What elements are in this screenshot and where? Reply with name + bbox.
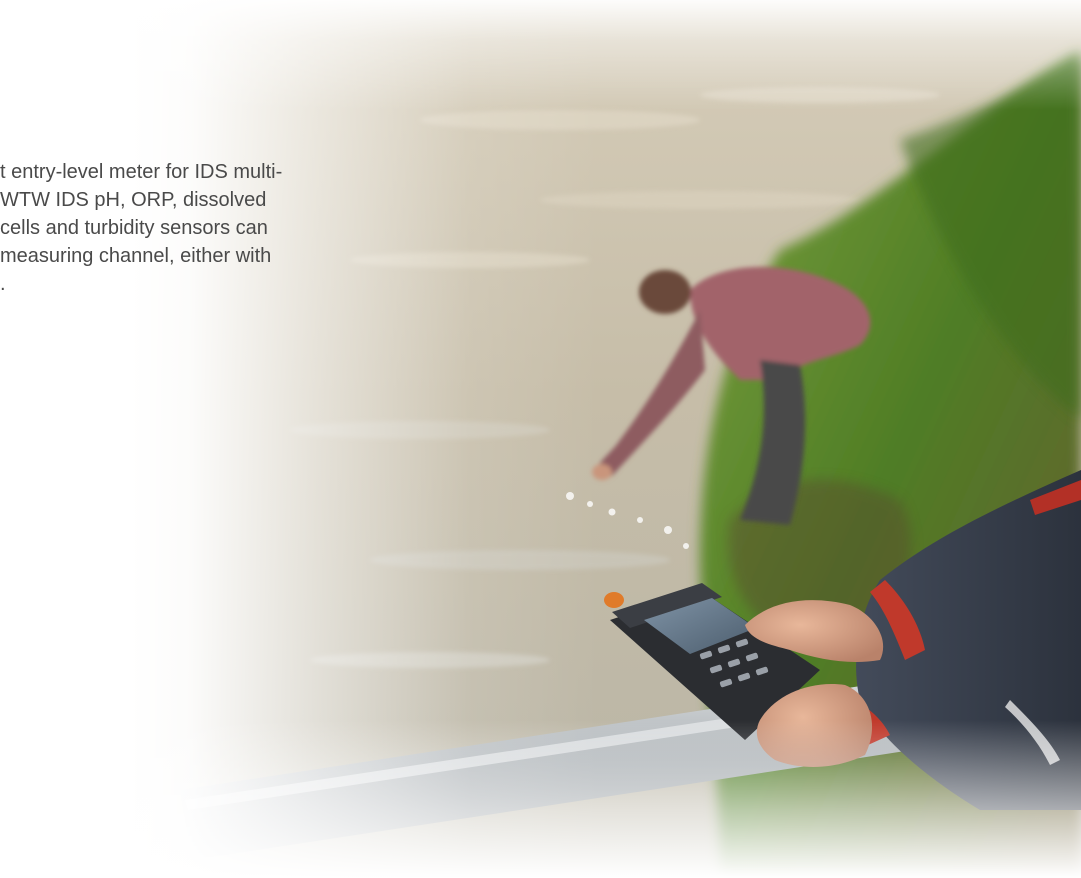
hero-section: t entry-level meter for IDS multi- WTW I… xyxy=(0,0,1081,878)
description-line: WTW IDS pH, ORP, dissolved xyxy=(0,189,267,211)
product-description: t entry-level meter for IDS multi- WTW I… xyxy=(0,158,430,298)
description-line: cells and turbidity sensors can xyxy=(0,217,268,239)
description-line: . xyxy=(0,273,6,295)
river-water-sampling-photo xyxy=(0,0,1081,878)
description-line: t entry-level meter for IDS multi- xyxy=(0,161,283,183)
description-line: measuring channel, either with xyxy=(0,245,272,267)
